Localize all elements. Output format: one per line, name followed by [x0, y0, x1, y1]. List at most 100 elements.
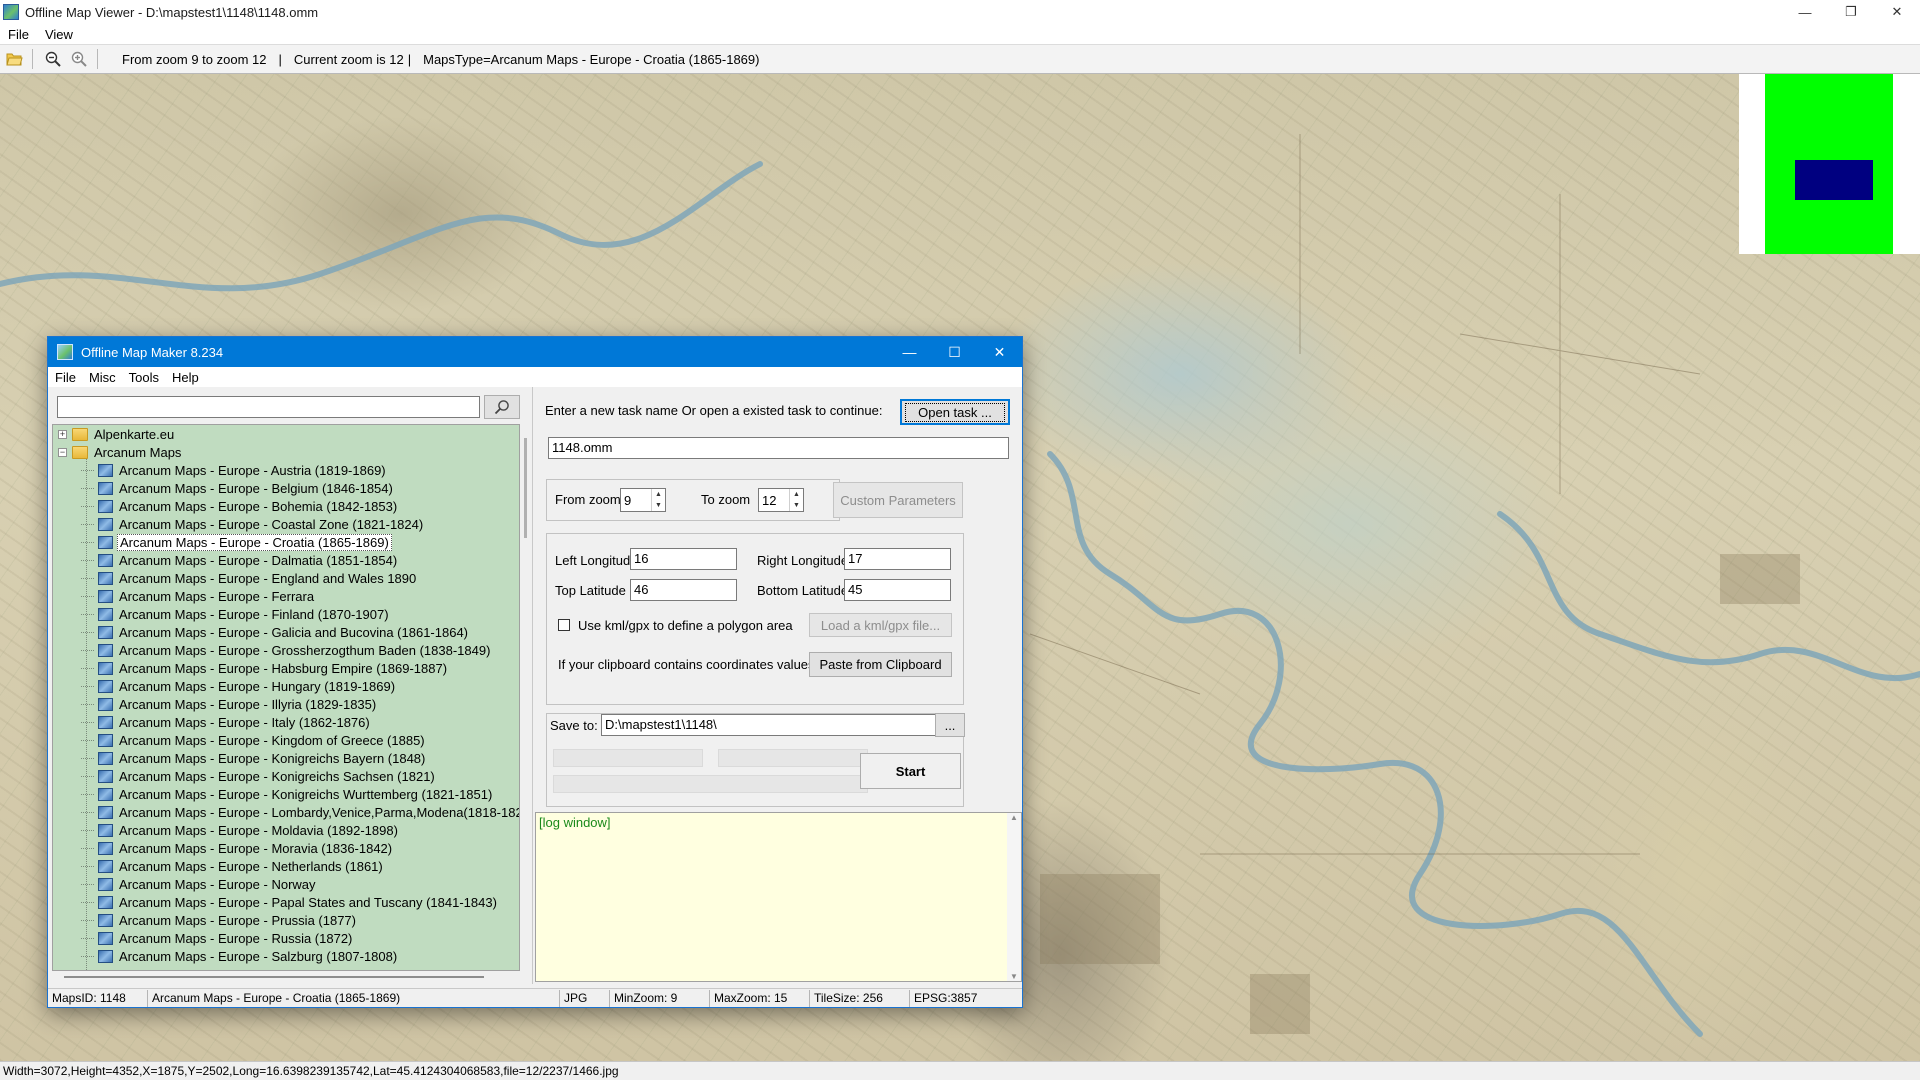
tree-item[interactable]: Arcanum Maps - Europe - Kingdom of Greec… — [53, 731, 427, 749]
to-zoom-spinner[interactable]: 12 ▲ ▼ — [758, 488, 804, 512]
map-icon — [98, 841, 113, 855]
map-icon — [98, 787, 113, 801]
scroll-thumb[interactable] — [524, 438, 527, 538]
spin-down-icon[interactable]: ▼ — [652, 500, 665, 511]
log-window[interactable]: [log window] ▲ ▼ — [535, 812, 1022, 982]
from-zoom-spinner[interactable]: 9 ▲ ▼ — [620, 488, 666, 512]
maximize-button[interactable]: ❐ — [1828, 0, 1874, 24]
menu-file[interactable]: File — [48, 370, 82, 385]
tree-item[interactable]: Arcanum Maps - Europe - Salzburg (1807-1… — [53, 947, 399, 965]
log-vertical-scrollbar[interactable]: ▲ ▼ — [1007, 813, 1021, 981]
tree-item[interactable]: Arcanum Maps - Europe - Croatia (1865-18… — [53, 533, 392, 551]
tree-item[interactable]: Arcanum Maps - Europe - Habsburg Empire … — [53, 659, 449, 677]
viewer-title-bar: Offline Map Viewer - D:\mapstest1\1148\1… — [0, 0, 1920, 24]
tree-item[interactable]: Arcanum Maps - Europe - Illyria (1829-18… — [53, 695, 378, 713]
paste-clipboard-button[interactable]: Paste from Clipboard — [809, 652, 952, 677]
spin-down-icon[interactable]: ▼ — [790, 500, 803, 511]
tree-item-label: Arcanum Maps - Europe - Illyria (1829-18… — [119, 696, 377, 712]
map-icon — [98, 481, 113, 495]
tree-item-label: Arcanum Maps - Europe - Lombardy,Venice,… — [119, 804, 520, 820]
tree-item[interactable]: Arcanum Maps - Europe - Ferrara — [53, 587, 316, 605]
tree-item[interactable]: Arcanum Maps - Europe - Dalmatia (1851-1… — [53, 551, 399, 569]
tree-item[interactable]: Arcanum Maps - Europe - Prussia (1877) — [53, 911, 358, 929]
tree-connector — [81, 667, 94, 669]
open-task-label: Open task ... — [905, 402, 1005, 422]
dialog-title-bar[interactable]: Offline Map Maker 8.234 — ☐ ✕ — [48, 337, 1022, 367]
use-kml-label: Use kml/gpx to define a polygon area — [578, 618, 793, 633]
tree-item[interactable]: Arcanum Maps - Europe - Lombardy,Venice,… — [53, 803, 520, 821]
tree-item[interactable]: Arcanum Maps - Europe - Norway — [53, 875, 318, 893]
dialog-close-button[interactable]: ✕ — [977, 337, 1022, 367]
tree-connector — [81, 685, 94, 687]
overview-minimap[interactable] — [1739, 74, 1920, 254]
tree-item[interactable]: Arcanum Maps - Europe - England and Wale… — [53, 569, 418, 587]
map-icon — [98, 661, 113, 675]
tree-item[interactable]: Arcanum Maps - Europe - Belgium (1846-18… — [53, 479, 395, 497]
use-kml-checkbox[interactable] — [558, 619, 570, 631]
pane-splitter[interactable] — [532, 387, 533, 984]
tree-connector — [81, 487, 94, 489]
save-path-field[interactable]: D:\mapstest1\1148\ — [601, 714, 948, 736]
open-task-button[interactable]: Open task ... — [900, 399, 1010, 425]
scroll-up-icon[interactable]: ▲ — [1007, 813, 1021, 822]
zoom-out-button[interactable] — [41, 47, 65, 71]
open-folder-button[interactable] — [2, 47, 26, 71]
tree-item-label: Arcanum Maps - Europe - Papal States and… — [119, 894, 497, 910]
maps-tree[interactable]: + Alpenkarte.eu − Arcanum Maps Arcanum Maps … — [52, 424, 520, 971]
menu-file[interactable]: File — [0, 27, 37, 42]
dialog-minimize-button[interactable]: — — [887, 337, 932, 367]
browse-button[interactable]: ... — [935, 713, 965, 737]
load-kml-button[interactable]: Load a kml/gpx file... — [809, 613, 952, 637]
tree-item[interactable]: Arcanum Maps - Europe - Konigreichs Wurt… — [53, 785, 494, 803]
tree-item[interactable]: Arcanum Maps - Europe - Moravia (1836-18… — [53, 839, 394, 857]
tree-item[interactable]: Arcanum Maps - Europe - Austria (1819-18… — [53, 461, 388, 479]
menu-help[interactable]: Help — [165, 370, 205, 385]
zoom-in-button[interactable] — [67, 47, 91, 71]
task-name-field[interactable]: 1148.omm — [548, 437, 1009, 459]
tree-item[interactable]: Arcanum Maps - Europe - Moldavia (1892-1… — [53, 821, 400, 839]
dialog-status-bar: MapsID: 1148 Arcanum Maps - Europe - Cro… — [48, 988, 1022, 1007]
close-button[interactable]: ✕ — [1874, 0, 1920, 24]
bottom-latitude-field[interactable]: 45 — [844, 579, 951, 601]
tree-item[interactable]: Arcanum Maps - Europe - Bohemia (1842-18… — [53, 497, 399, 515]
spin-up-icon[interactable]: ▲ — [790, 489, 803, 500]
minimap-viewport[interactable] — [1795, 160, 1873, 200]
offline-map-maker-window: Offline Map Maker 8.234 — ☐ ✕ File Misc … — [47, 336, 1023, 1008]
scroll-down-icon[interactable]: ▼ — [1007, 972, 1021, 981]
tree-item[interactable]: Arcanum Maps - Europe - Netherlands (186… — [53, 857, 385, 875]
tree-item[interactable]: Arcanum Maps - Europe - Coastal Zone (18… — [53, 515, 425, 533]
tree-item[interactable]: Arcanum Maps - Europe - Italy (1862-1876… — [53, 713, 372, 731]
tree-vertical-scrollbar[interactable] — [521, 424, 531, 971]
menu-view[interactable]: View — [37, 27, 81, 42]
tree-folder[interactable]: − Arcanum Maps — [53, 443, 183, 461]
custom-parameters-button[interactable]: Custom Parameters — [833, 482, 963, 518]
tree-expander-icon[interactable]: + — [58, 429, 67, 439]
search-input[interactable] — [57, 396, 480, 418]
tree-connector — [81, 613, 94, 615]
tree-item[interactable]: Arcanum Maps - Europe - Grossherzogthum … — [53, 641, 492, 659]
right-longitude-label: Right Longitude — [757, 553, 849, 568]
tree-item[interactable]: Arcanum Maps - Europe - Russia (1872) — [53, 929, 354, 947]
tree-item[interactable]: Arcanum Maps - Europe - Finland (1870-19… — [53, 605, 391, 623]
tree-item[interactable]: Arcanum Maps - Europe - Galicia and Buco… — [53, 623, 470, 641]
current-zoom-text: Current zoom is 12 — [293, 51, 404, 67]
menu-tools[interactable]: Tools — [122, 370, 165, 385]
right-longitude-field[interactable]: 17 — [844, 548, 951, 570]
start-button[interactable]: Start — [860, 753, 961, 789]
tree-item[interactable]: Arcanum Maps - Europe - Hungary (1819-18… — [53, 677, 397, 695]
menu-misc[interactable]: Misc — [82, 370, 122, 385]
search-button[interactable] — [484, 395, 520, 419]
tree-item[interactable]: Arcanum Maps - Europe - Konigreichs Baye… — [53, 749, 427, 767]
tree-expander-icon[interactable]: − — [58, 447, 67, 457]
left-longitude-field[interactable]: 16 — [630, 548, 737, 570]
tree-folder[interactable]: + Alpenkarte.eu — [53, 425, 176, 443]
tree-item[interactable]: Arcanum Maps - Europe - Konigreichs Sach… — [53, 767, 437, 785]
spin-up-icon[interactable]: ▲ — [652, 489, 665, 500]
tree-horizontal-scrollbar[interactable] — [52, 972, 520, 982]
dialog-maximize-button[interactable]: ☐ — [932, 337, 977, 367]
scroll-thumb[interactable] — [64, 976, 484, 978]
minimize-button[interactable]: — — [1782, 0, 1828, 24]
tree-item[interactable]: Arcanum Maps - Europe - Papal States and… — [53, 893, 499, 911]
top-latitude-field[interactable]: 46 — [630, 579, 737, 601]
tree-item-label: Arcanum Maps - Europe - Russia (1872) — [119, 930, 353, 946]
